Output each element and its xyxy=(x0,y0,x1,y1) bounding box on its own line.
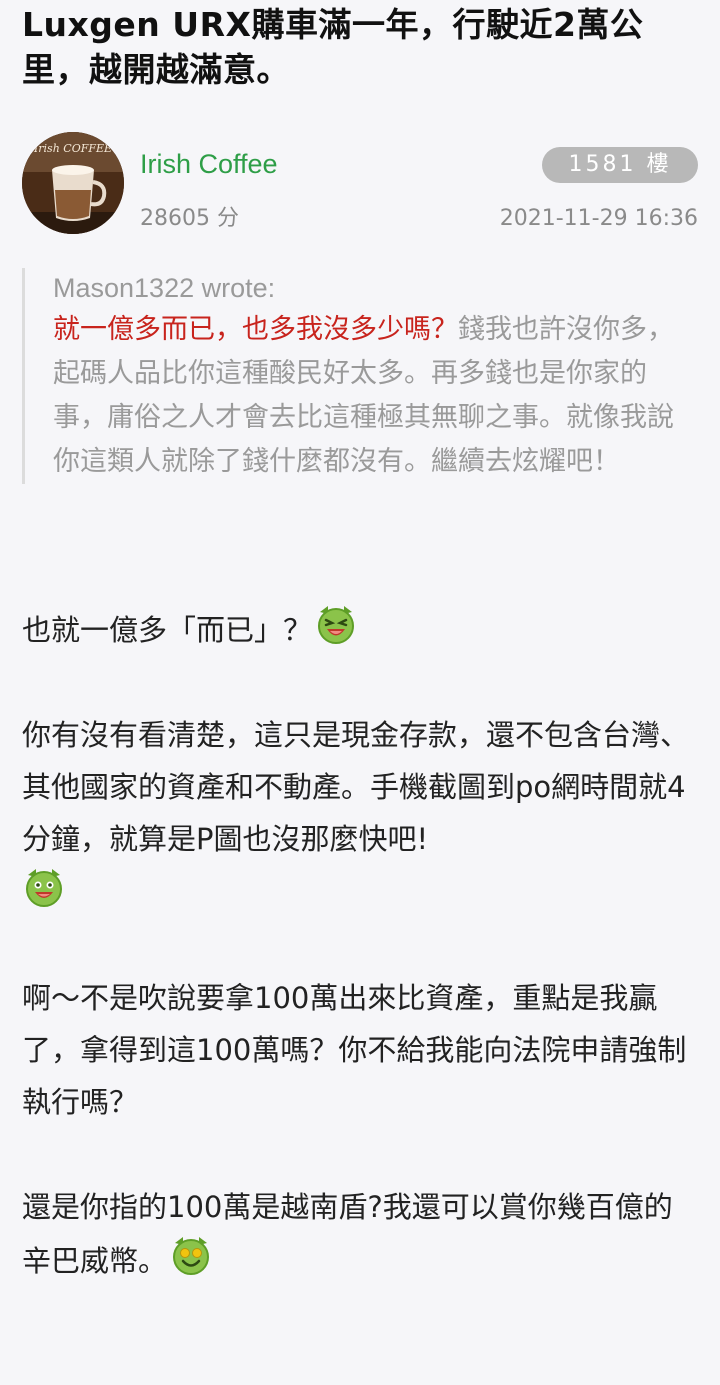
author-name-link[interactable]: Irish Coffee xyxy=(140,146,278,182)
body-paragraph-4-text: 還是你指的100萬是越南盾?我還可以賞你幾百億的辛巴威幣。 xyxy=(22,1190,673,1278)
post-timestamp: 2021-11-29 16:36 xyxy=(499,206,698,231)
coffee-cup-icon: Irish COFFEE xyxy=(22,132,124,234)
quote-content: 就一億多而已，也多我沒多少嗎？錢我也許沒你多，起碼人品比你這種酸民好太多。再多錢… xyxy=(53,308,688,484)
body-paragraph-3: 啊～不是吹說要拿100萬出來比資產，重點是我贏了，拿得到這100萬嗎？你不給我能… xyxy=(22,981,687,1119)
body-paragraph-4: 還是你指的100萬是越南盾?我還可以賞你幾百億的辛巴威幣。 xyxy=(22,1181,698,1287)
post-body: 也就一億多「而已」？ 你有沒有看清楚，這只是現金存款，還不包含台灣、其他國家的資… xyxy=(22,602,698,1287)
laughing-green-emoji-icon xyxy=(314,602,358,646)
body-paragraph-2: 你有沒有看清楚，這只是現金存款，還不包含台灣、其他國家的資產和不動產。手機截圖到… xyxy=(22,709,698,919)
money-eyes-green-emoji-icon xyxy=(169,1233,213,1277)
post-page: Luxgen URX購車滿一年，行駛近2萬公里，越開越滿意。 Irish COF… xyxy=(0,0,720,1385)
avatar[interactable]: Irish COFFEE xyxy=(22,132,124,234)
avatar-logo-text: Irish COFFEE xyxy=(33,142,112,155)
author-row: Irish COFFEE Irish Coffee 28605 分 1581 樓… xyxy=(22,132,698,242)
body-paragraph-1: 也就一億多「而已」？ xyxy=(22,602,698,656)
post-title: Luxgen URX購車滿一年，行駛近2萬公里，越開越滿意。 xyxy=(22,5,644,89)
author-points: 28605 分 xyxy=(140,206,239,231)
body-paragraph-2-text: 你有沒有看清楚，這只是現金存款，還不包含台灣、其他國家的資產和不動產。手機截圖到… xyxy=(22,718,690,856)
quote-highlight-text: 就一億多而已，也多我沒多少嗎？ xyxy=(53,314,458,345)
body-paragraph-1-text: 也就一億多「而已」？ xyxy=(22,613,313,647)
quote-author[interactable]: Mason1322 wrote: xyxy=(53,268,688,308)
floor-badge: 1581 樓 xyxy=(542,147,698,183)
happy-green-emoji-icon xyxy=(22,865,66,909)
quote-block: Mason1322 wrote: 就一億多而已，也多我沒多少嗎？錢我也許沒你多，… xyxy=(22,268,698,484)
